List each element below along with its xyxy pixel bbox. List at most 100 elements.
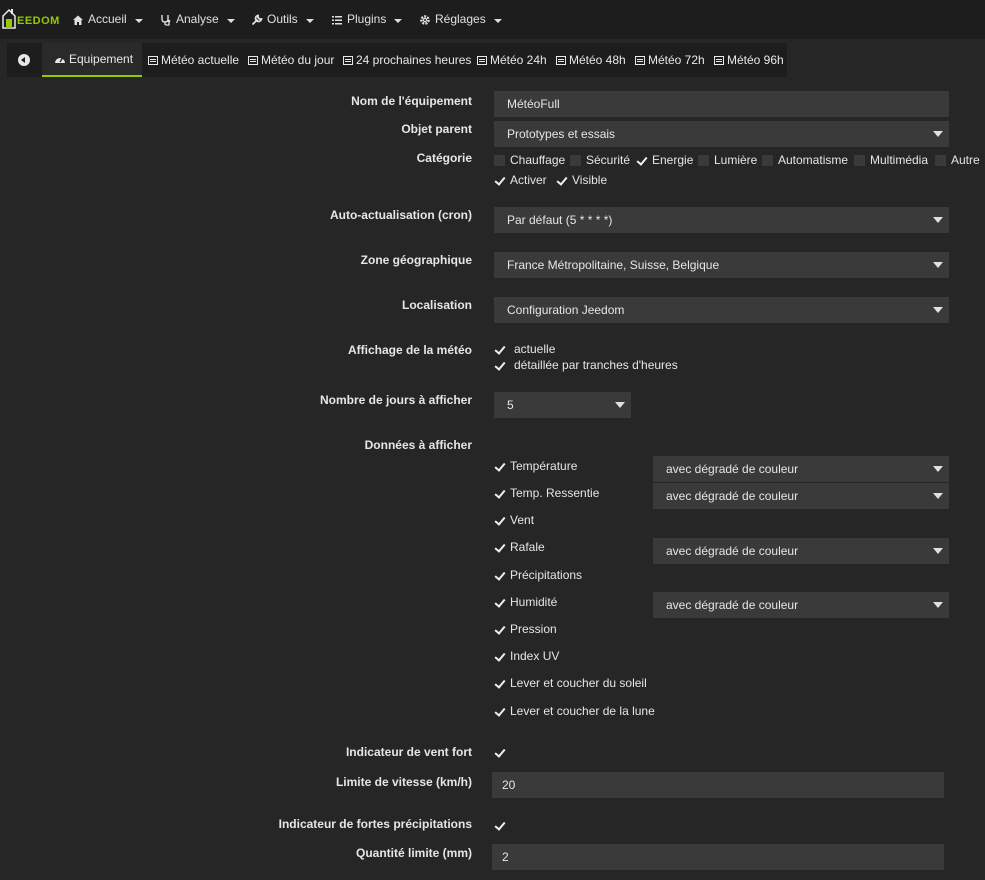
caret-down-icon — [493, 18, 502, 23]
zone-select[interactable]: France Métropolitaine, Suisse, Belgique — [494, 252, 949, 278]
parent-object-value: Prototypes et essais — [507, 127, 616, 141]
activer-checkbox[interactable]: Activer — [494, 173, 547, 187]
category-autre-checkbox[interactable]: Autre — [935, 153, 980, 167]
data-vent-checkbox[interactable]: Vent — [494, 513, 534, 527]
checkmark-icon — [636, 155, 647, 166]
menu-plugins[interactable]: Plugins — [331, 0, 403, 39]
activer-label: Activer — [510, 173, 547, 187]
data-temp-ressentie-label: Temp. Ressentie — [510, 486, 600, 500]
category-energie-checkbox[interactable]: Energie — [636, 153, 693, 167]
days-label: Nombre de jours à afficher — [319, 393, 472, 407]
data-pression-checkbox[interactable]: Pression — [494, 622, 557, 636]
jeedom-logo[interactable]: EEDOM — [2, 6, 60, 32]
tab-equipement[interactable]: Equipement — [42, 43, 142, 77]
tab-24-prochaines-heures[interactable]: 24 prochaines heures — [343, 43, 471, 77]
dropdown-arrow-icon — [933, 548, 943, 554]
localisation-select[interactable]: Configuration Jeedom — [494, 297, 949, 323]
checkmark-icon — [494, 360, 505, 371]
parent-object-select[interactable]: Prototypes et essais — [494, 121, 949, 147]
visible-checkbox[interactable]: Visible — [556, 173, 607, 187]
temperature-option-value: avec dégradé de couleur — [666, 462, 799, 476]
wind-indicator-label: Indicateur de vent fort — [345, 745, 472, 759]
dropdown-arrow-icon — [615, 402, 625, 408]
visible-label: Visible — [572, 173, 608, 187]
data-lune-checkbox[interactable]: Lever et coucher de la lune — [494, 704, 655, 718]
display-detail-checkbox[interactable]: détaillée par tranches d'heures — [494, 358, 678, 372]
tab-meteo-actuelle-label: Météo actuelle — [161, 53, 240, 67]
category-automatisme-checkbox[interactable]: Automatisme — [762, 153, 848, 167]
category-multimedia-checkbox[interactable]: Multimédia — [854, 153, 928, 167]
equipment-name-input[interactable]: MétéoFull — [494, 91, 949, 117]
humidite-option-value: avec dégradé de couleur — [666, 598, 799, 612]
quantity-limit-input[interactable]: 2 — [492, 844, 944, 870]
tab-equipement-label: Equipement — [69, 52, 134, 66]
dropdown-arrow-icon — [933, 602, 943, 608]
wind-indicator-checkbox[interactable] — [494, 747, 510, 758]
data-index-uv-checkbox[interactable]: Index UV — [494, 649, 559, 663]
menu-accueil[interactable]: Accueil — [72, 0, 143, 39]
data-precipitations-label: Précipitations — [510, 568, 583, 582]
tab-meteo-96h-label: Météo 96h — [727, 53, 784, 67]
dropdown-arrow-icon — [933, 262, 943, 268]
dropdown-arrow-icon — [933, 493, 943, 499]
menu-analyse[interactable]: Analyse — [160, 0, 235, 39]
data-lune-label: Lever et coucher de la lune — [510, 704, 655, 718]
tab-meteo-du-jour[interactable]: Météo du jour — [248, 43, 334, 77]
data-vent-label: Vent — [510, 513, 535, 527]
checkmark-icon — [494, 820, 505, 831]
caret-down-icon — [226, 18, 235, 23]
checkmark-icon — [494, 624, 505, 635]
back-arrow-icon — [18, 54, 30, 66]
data-label: Données à afficher — [364, 438, 472, 452]
category-lumiere-checkbox[interactable]: Lumière — [698, 153, 757, 167]
menu-outils[interactable]: Outils — [251, 0, 314, 39]
tab-meteo-24h[interactable]: Météo 24h — [477, 43, 547, 77]
display-label: Affichage de la météo — [347, 343, 472, 357]
home-icon — [73, 15, 83, 25]
checkmark-icon — [494, 597, 505, 608]
days-select[interactable]: 5 — [494, 392, 631, 418]
checkmark-icon — [494, 570, 505, 581]
display-actuelle-checkbox[interactable]: actuelle — [494, 342, 555, 356]
menu-analyse-label: Analyse — [176, 12, 219, 26]
parent-object-label: Objet parent — [401, 122, 472, 136]
menu-reglages[interactable]: Réglages — [419, 0, 502, 39]
back-button[interactable] — [7, 43, 41, 77]
checkmark-icon — [494, 175, 505, 186]
cron-select[interactable]: Par défaut (5 * * * *) — [494, 207, 949, 233]
data-rafale-checkbox[interactable]: Rafale — [494, 540, 545, 554]
caret-down-icon — [134, 18, 143, 23]
category-energie-label: Energie — [652, 153, 694, 167]
category-chauffage-checkbox[interactable]: Chauffage — [494, 153, 565, 167]
tab-meteo-actuelle[interactable]: Météo actuelle — [148, 43, 239, 77]
data-temperature-checkbox[interactable]: Température — [494, 459, 577, 473]
data-soleil-checkbox[interactable]: Lever et coucher du soleil — [494, 676, 647, 690]
speed-limit-input[interactable]: 20 — [492, 772, 944, 798]
temp-ressentie-option-select[interactable]: avec dégradé de couleur — [653, 483, 949, 509]
checkmark-icon — [494, 542, 505, 553]
tab-meteo-48h[interactable]: Météo 48h — [556, 43, 626, 77]
house-logo-icon — [2, 8, 16, 29]
localisation-value: Configuration Jeedom — [507, 303, 625, 317]
rafale-option-select[interactable]: avec dégradé de couleur — [653, 538, 949, 564]
category-autre-label: Autre — [951, 153, 980, 167]
rain-indicator-checkbox[interactable] — [494, 820, 510, 831]
data-temp-ressentie-checkbox[interactable]: Temp. Ressentie — [494, 486, 599, 500]
checkbox-icon — [698, 154, 709, 166]
checkmark-icon — [494, 344, 505, 355]
list-alt-icon — [714, 55, 724, 65]
display-actuelle-label: actuelle — [514, 342, 556, 356]
category-securite-checkbox[interactable]: Sécurité — [570, 153, 630, 167]
tab-meteo-24h-label: Météo 24h — [490, 53, 547, 67]
menu-accueil-label: Accueil — [88, 12, 127, 26]
humidite-option-select[interactable]: avec dégradé de couleur — [653, 592, 949, 618]
data-precipitations-checkbox[interactable]: Précipitations — [494, 568, 582, 582]
tab-meteo-96h[interactable]: Météo 96h — [714, 43, 784, 77]
data-humidite-label: Humidité — [510, 595, 558, 609]
logo-text: EEDOM — [17, 15, 60, 27]
checkmark-icon — [494, 706, 505, 717]
localisation-label: Localisation — [401, 298, 472, 312]
data-humidite-checkbox[interactable]: Humidité — [494, 595, 557, 609]
temperature-option-select[interactable]: avec dégradé de couleur — [653, 456, 949, 482]
tab-meteo-72h[interactable]: Météo 72h — [635, 43, 705, 77]
